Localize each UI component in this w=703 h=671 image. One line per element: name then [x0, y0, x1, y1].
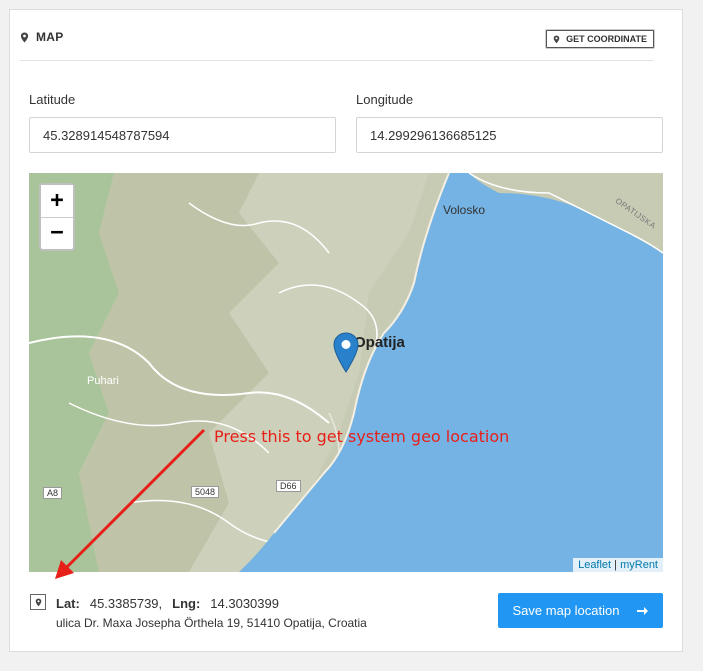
lat-label: Lat: — [56, 596, 80, 611]
arrow-right-icon — [637, 606, 649, 615]
locate-button[interactable] — [30, 594, 46, 610]
save-map-location-button[interactable]: Save map location — [498, 593, 663, 628]
lng-value: 14.3030399 — [210, 596, 279, 611]
lng-label: Lng: — [172, 596, 201, 611]
map-pin-icon — [35, 598, 41, 606]
annotation-arrow-icon — [55, 428, 206, 579]
address-text: ulica Dr. Maxa Josepha Örthela 19, 51410… — [56, 616, 367, 630]
save-map-location-label: Save map location — [512, 603, 620, 618]
lat-value: 45.3385739, — [89, 596, 163, 611]
coordinates-readout: Lat: 45.3385739, Lng: 14.3030399 — [56, 596, 279, 611]
